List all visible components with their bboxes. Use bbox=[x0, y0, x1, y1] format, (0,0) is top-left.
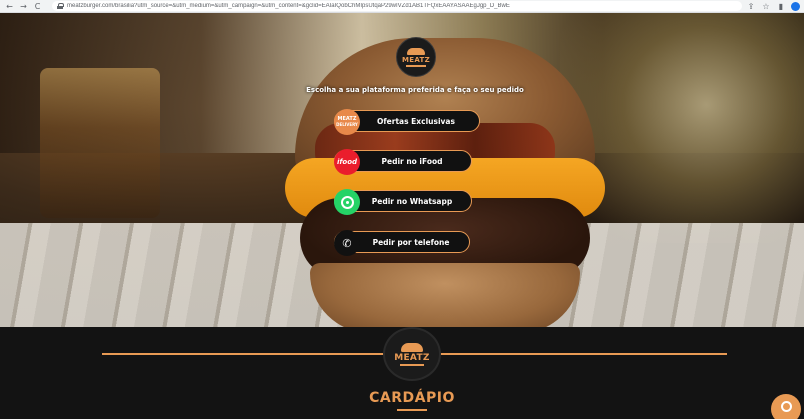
burger-icon bbox=[401, 342, 423, 352]
url-text[interactable]: meatzburger.com/brasilia?utm_source=&utm… bbox=[67, 3, 510, 9]
menu-section: MEATZ CARDÁPIO bbox=[0, 327, 804, 419]
browser-toolbar: ← → C meatzburger.com/brasilia?utm_sourc… bbox=[0, 0, 804, 13]
sidebar-icon[interactable]: ▮ bbox=[775, 1, 787, 12]
logo-text: MEATZ bbox=[402, 55, 430, 64]
ifood-order-button[interactable]: ifood Pedir no iFood bbox=[334, 149, 472, 175]
whatsapp-icon bbox=[780, 400, 792, 412]
ifood-icon-text: ifood bbox=[336, 158, 358, 166]
lock-icon bbox=[57, 3, 64, 9]
logo-underline bbox=[400, 363, 424, 366]
logo-underline bbox=[406, 64, 426, 67]
burger-icon bbox=[407, 47, 425, 55]
phone-icon: ✆ bbox=[334, 230, 360, 256]
meatz-logo-bottom: MEATZ bbox=[383, 327, 441, 381]
delivery-icon-text: DELIVERY bbox=[336, 122, 358, 127]
menu-heading: CARDÁPIO bbox=[369, 390, 455, 406]
share-icon[interactable]: ⇪ bbox=[745, 1, 757, 12]
profile-avatar[interactable] bbox=[791, 1, 800, 11]
burger-image bbox=[285, 38, 605, 327]
meatz-logo[interactable]: MEATZ bbox=[396, 37, 436, 77]
whatsapp-icon bbox=[334, 189, 360, 215]
meatz-delivery-icon: MEATZ DELIVERY bbox=[334, 109, 360, 135]
background-glass bbox=[40, 68, 160, 218]
exclusive-offers-button[interactable]: MEATZ DELIVERY Ofertas Exclusivas bbox=[334, 109, 480, 135]
address-bar[interactable]: meatzburger.com/brasilia?utm_source=&utm… bbox=[52, 1, 742, 11]
bun-bottom bbox=[310, 263, 580, 327]
reload-icon[interactable]: C bbox=[32, 1, 43, 12]
whatsapp-chat-button[interactable] bbox=[771, 394, 801, 419]
logo-text: MEATZ bbox=[394, 352, 430, 363]
back-icon[interactable]: ← bbox=[4, 1, 15, 12]
star-icon[interactable]: ☆ bbox=[760, 1, 772, 12]
heading-underline bbox=[397, 409, 427, 411]
whatsapp-order-button[interactable]: Pedir no Whatsapp bbox=[334, 189, 472, 215]
ifood-icon: ifood bbox=[334, 149, 360, 175]
phone-order-button[interactable]: ✆ Pedir por telefone bbox=[334, 230, 470, 256]
forward-icon[interactable]: → bbox=[18, 1, 29, 12]
hero-tagline: Escolha a sua plataforma preferida e faç… bbox=[306, 86, 524, 94]
